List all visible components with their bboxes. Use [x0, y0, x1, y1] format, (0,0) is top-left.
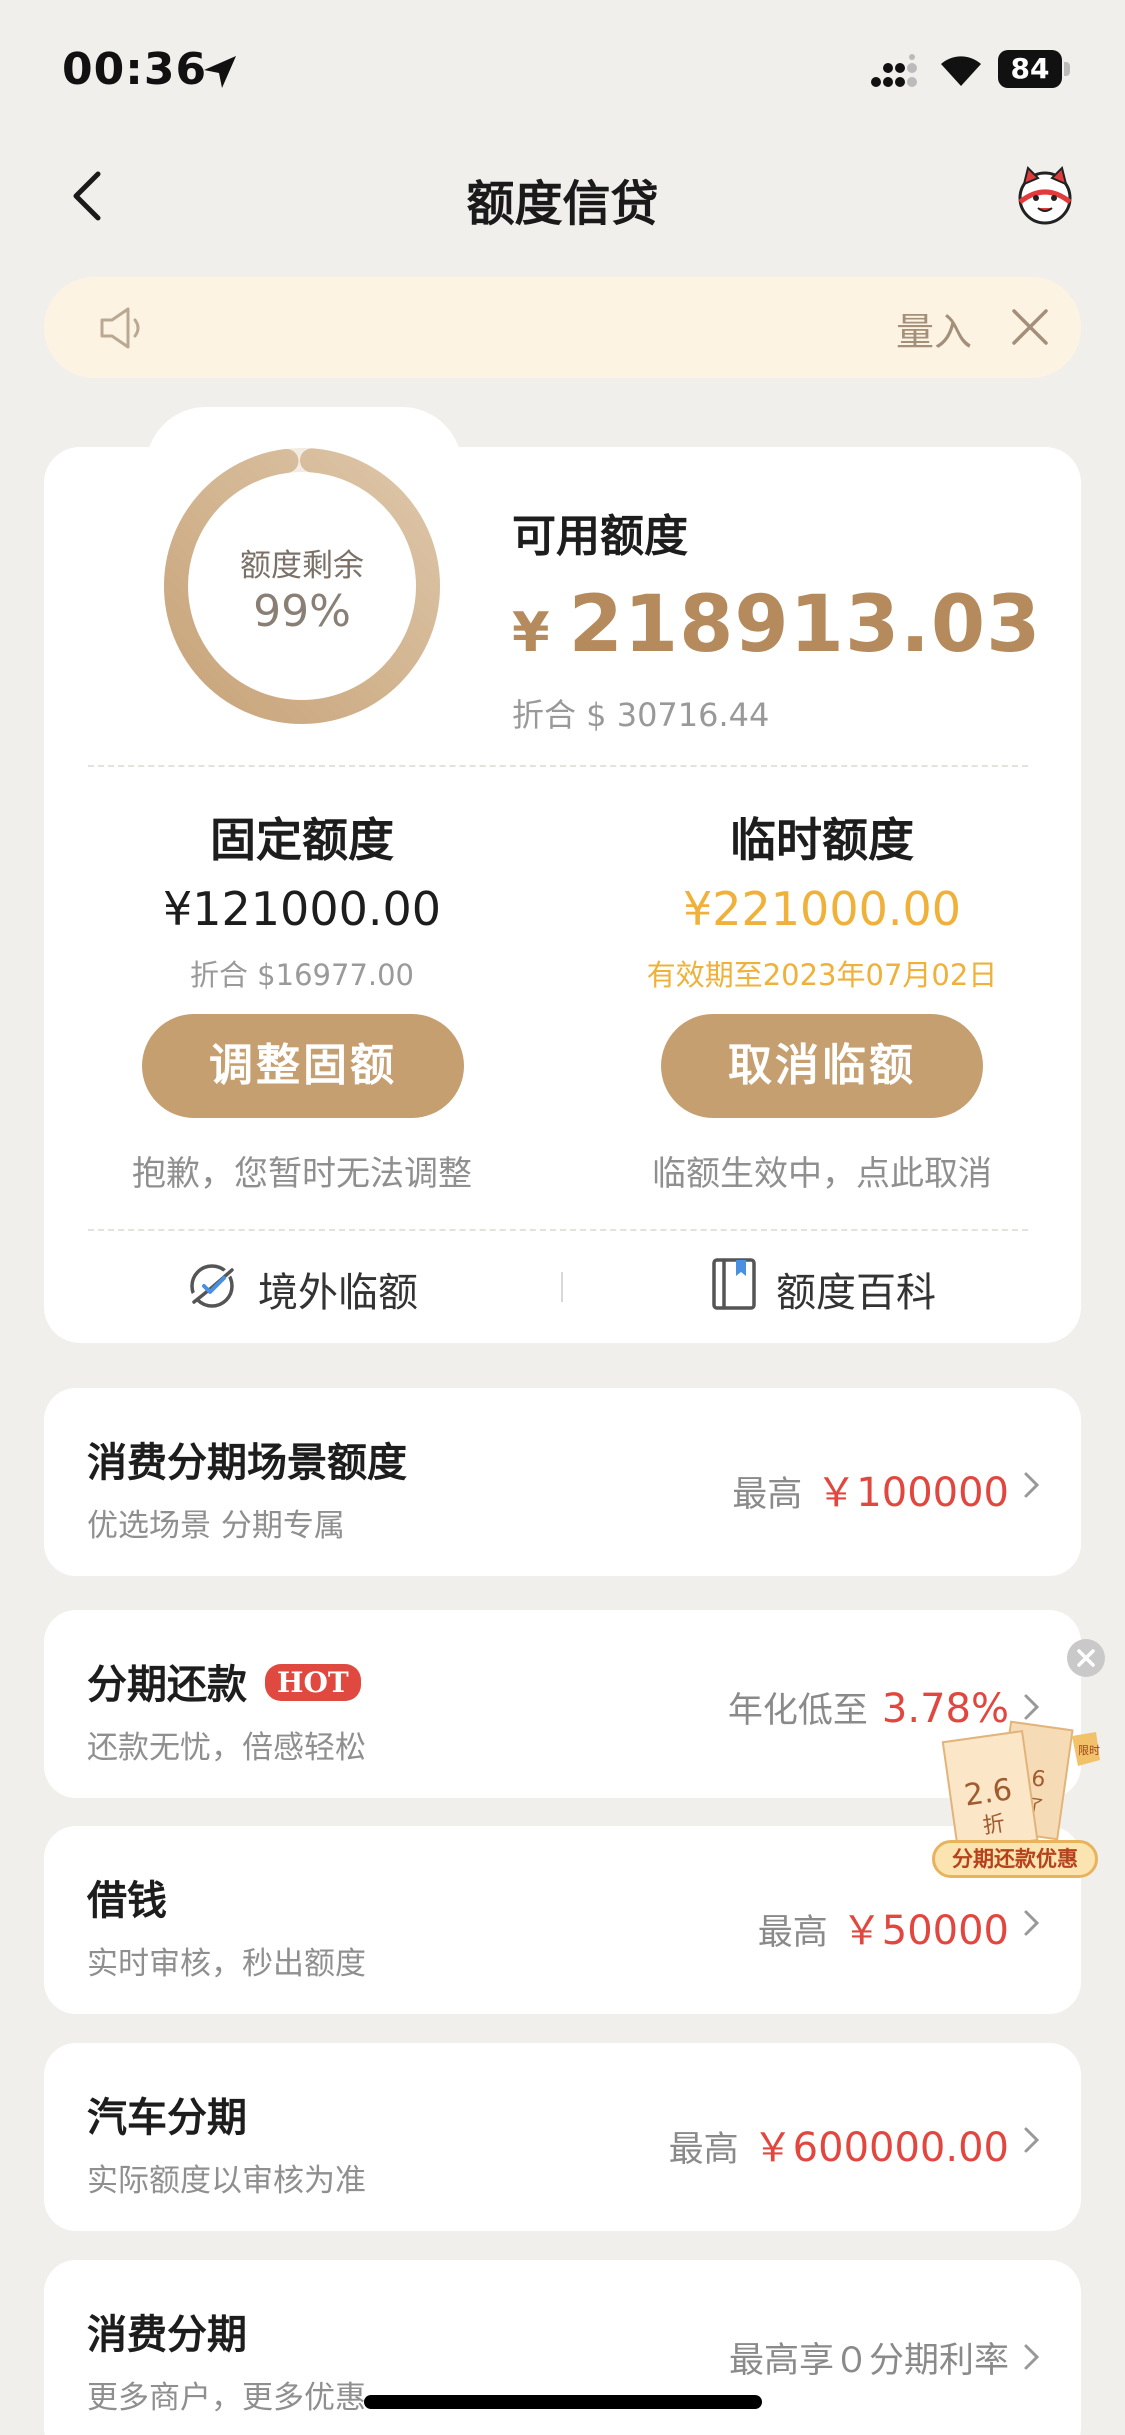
temporary-validity: 有效期至2023年07月02日	[646, 958, 998, 992]
divider	[88, 1229, 1028, 1231]
fixed-usd: 折合 $16977.00	[189, 958, 415, 992]
list-item-title: 消费分期场景额度	[87, 1440, 407, 1486]
book-icon	[712, 1258, 756, 1310]
list-item-subtitle: 实际额度以审核为准	[87, 2163, 366, 2199]
fixed-title: 固定额度	[210, 813, 394, 867]
promo-discount-unit: 折	[981, 1812, 1006, 1840]
chevron-right-icon	[1024, 2344, 1040, 2370]
divider	[88, 765, 1028, 767]
battery-icon: 84	[998, 50, 1070, 88]
page-title: 额度信贷	[466, 176, 659, 232]
mascot-avatar-icon[interactable]	[1012, 162, 1078, 228]
list-item-value: 最高享０分期利率	[728, 2341, 1009, 2381]
signal-icon	[871, 54, 917, 87]
list-item-title: 消费分期	[87, 2312, 247, 2358]
credit-wiki-link[interactable]: 额度百科	[708, 1256, 968, 1316]
location-arrow-icon	[204, 56, 236, 88]
available-title: 可用额度	[512, 511, 688, 562]
ring-label: 额度剩余	[240, 548, 364, 584]
promo-close-icon[interactable]	[1066, 1638, 1106, 1678]
temporary-title: 临时额度	[730, 813, 914, 867]
list-item-subtitle: 还款无忧，倍感轻松	[87, 1730, 366, 1766]
list-item-value: 最高 ￥600000.00	[668, 2125, 1009, 2171]
promo-discount: 2.6	[962, 1772, 1014, 1813]
speaker-icon	[100, 307, 140, 349]
nav-bar: 额度信贷	[0, 140, 1125, 250]
overseas-link-label: 境外临额	[258, 1270, 418, 1316]
list-item-title: 汽车分期	[87, 2095, 247, 2141]
cancel-temporary-button[interactable]: 取消临额	[661, 1014, 983, 1118]
overseas-icon	[187, 1264, 237, 1308]
hot-badge: HOT	[265, 1664, 361, 1701]
status-bar: 00:36 84	[0, 0, 1125, 140]
promo-tag: 限时	[1078, 1744, 1100, 1757]
list-item-borrow[interactable]: 借钱 实时审核，秒出额度 最高 ￥50000	[44, 1826, 1081, 2014]
home-indicator	[364, 2395, 762, 2409]
fixed-amount: ¥121000.00	[162, 882, 442, 936]
list-item-title: 分期还款 HOT	[87, 1652, 361, 1710]
temporary-amount: ¥221000.00	[682, 882, 962, 936]
notice-bar[interactable]: 量入	[44, 277, 1081, 378]
list-item-subtitle: 优选场景 分期专属	[87, 1508, 345, 1544]
fixed-note: 抱歉，您暂时无法调整	[132, 1154, 472, 1194]
chevron-right-icon	[1024, 1910, 1040, 1936]
list-item-value: 最高 ￥100000	[732, 1470, 1009, 1516]
adjust-fixed-button[interactable]: 调整固额	[142, 1014, 464, 1118]
notice-text: 量入	[896, 310, 973, 354]
chevron-right-icon	[1024, 2127, 1040, 2153]
list-item-title: 借钱	[87, 1878, 167, 1924]
temporary-note[interactable]: 临额生效中，点此取消	[612, 1146, 1032, 1195]
ring-percent: 99%	[253, 586, 351, 637]
chevron-right-icon	[1024, 1472, 1040, 1498]
list-item-value: 最高 ￥50000	[757, 1908, 1009, 1954]
wiki-link-label: 额度百科	[776, 1270, 936, 1316]
list-item-installment-repay[interactable]: 分期还款 HOT 还款无忧，倍感轻松 年化低至 3.78%	[44, 1610, 1081, 1798]
available-value: 218913.03	[568, 580, 1042, 670]
currency-symbol: ¥	[512, 601, 551, 664]
promo-label[interactable]: 分期还款优惠	[932, 1840, 1098, 1878]
available-amount: ¥218913.03	[512, 580, 1041, 670]
link-separator	[561, 1272, 563, 1302]
overseas-temp-link[interactable]: 境外临额	[186, 1256, 446, 1316]
available-usd: 折合 $ 30716.44	[512, 696, 770, 734]
list-item-scene-installment[interactable]: 消费分期场景额度 优选场景 分期专属 最高 ￥100000	[44, 1388, 1081, 1576]
list-item-car-installment[interactable]: 汽车分期 实际额度以审核为准 最高 ￥600000.00	[44, 2043, 1081, 2231]
list-item-subtitle: 更多商户，更多优惠	[87, 2380, 366, 2416]
battery-level: 84	[998, 50, 1062, 88]
wifi-icon	[941, 56, 981, 86]
status-time: 00:36	[62, 44, 208, 95]
list-item-subtitle: 实时审核，秒出额度	[87, 1946, 366, 1982]
close-icon[interactable]	[1008, 305, 1052, 349]
